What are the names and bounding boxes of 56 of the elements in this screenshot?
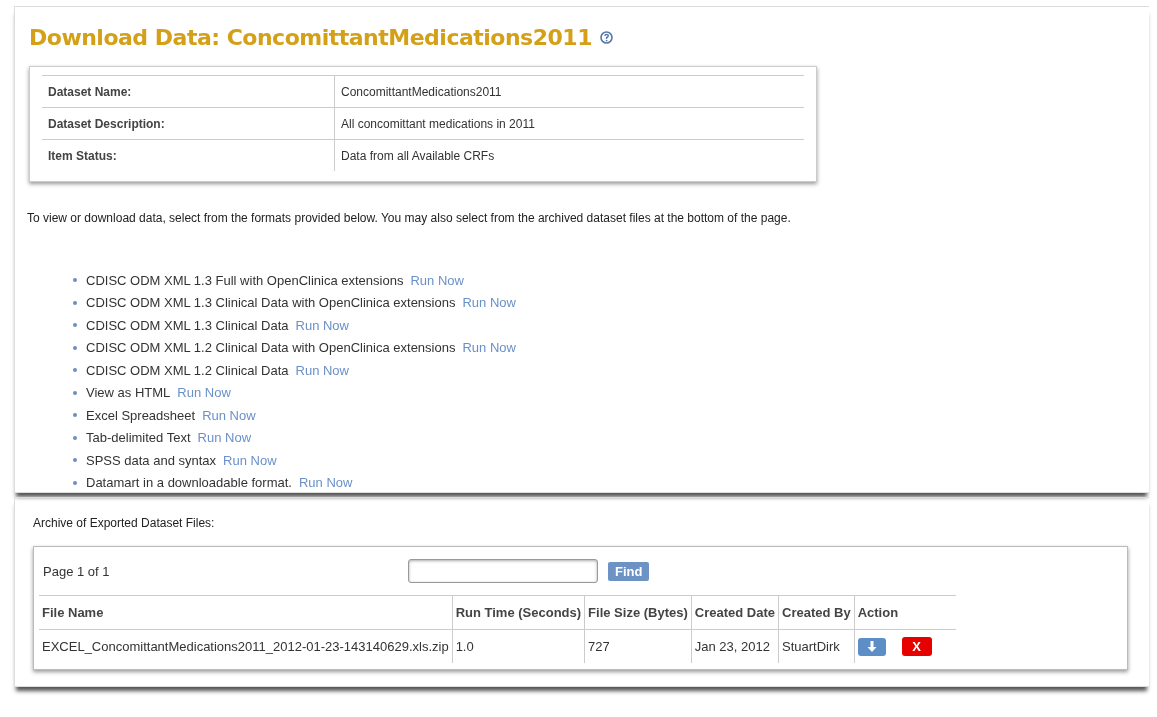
run-now-link[interactable]: Run Now [298, 475, 353, 491]
table-cell: 1.0 [452, 629, 585, 663]
info-label: Dataset Description: [42, 107, 335, 140]
format-name: SPSS data and syntax [86, 452, 217, 468]
format-name: Tab-delimited Text [86, 430, 191, 446]
table-cell: EXCEL_ConcomittantMedications2011_2012-01-23-143140629.xls.zip [39, 629, 453, 663]
bullet-icon [73, 435, 77, 440]
run-now-link[interactable]: Run Now [177, 385, 231, 401]
table-cell: Jan 23, 2012 [691, 629, 779, 663]
bullet-icon [73, 368, 77, 373]
run-now-link[interactable]: Run Now [462, 340, 516, 356]
format-name: View as HTML [86, 385, 171, 401]
format-name: CDISC ODM XML 1.3 Full with OpenClinica extensions [86, 272, 404, 288]
run-now-link[interactable]: Run Now [295, 317, 349, 333]
intro-text: To view or download data, select from the formats provided below. You may also select from the archived dataset files at the bottom of the page. [27, 211, 792, 225]
info-value: All concomittant medications in 2011 [334, 107, 804, 140]
bullet-icon [73, 390, 77, 395]
info-value: Data from all Available CRFs [334, 139, 804, 171]
info-label: Item Status: [42, 139, 335, 171]
format-name: CDISC ODM XML 1.3 Clinical Data [86, 317, 289, 333]
bullet-icon [73, 323, 77, 328]
run-now-link[interactable]: Run Now [295, 362, 349, 378]
info-value: ConcomittantMedications2011 [334, 75, 804, 108]
page-title: Download Data: ConcomittantMedications2011 [29, 25, 592, 50]
format-name: Excel Spreadsheet [86, 407, 196, 423]
column-header: Run Time (Seconds) [452, 595, 585, 630]
column-header: File Name [39, 595, 453, 630]
column-header: Created Date [691, 595, 779, 630]
table-cell: 727 [584, 629, 692, 663]
bullet-icon [73, 278, 77, 283]
column-header: Action [854, 595, 956, 630]
run-now-link[interactable]: Run Now [223, 452, 277, 468]
run-now-link[interactable]: Run Now [197, 430, 251, 446]
column-header: Created By [778, 595, 855, 630]
format-name: Datamart in a downloadable format. [86, 475, 292, 491]
format-name: CDISC ODM XML 1.2 Clinical Data [86, 362, 289, 378]
bullet-icon [73, 413, 77, 418]
run-now-link[interactable]: Run Now [462, 295, 516, 311]
page-indicator: Page 1 of 1 [42, 563, 111, 579]
help-icon[interactable] [599, 31, 613, 44]
format-name: CDISC ODM XML 1.3 Clinical Data with OpenClinica extensions [86, 295, 456, 311]
delete-button[interactable]: X [901, 637, 932, 656]
table-cell: StuartDirk [778, 629, 855, 663]
download-icon[interactable] [857, 637, 886, 656]
run-now-link[interactable]: Run Now [202, 407, 256, 423]
archive-heading: Archive of Exported Dataset Files: [33, 516, 216, 530]
info-label: Dataset Name: [42, 75, 335, 108]
bullet-icon [73, 300, 77, 305]
run-now-link[interactable]: Run Now [410, 272, 464, 288]
bullet-icon [73, 480, 77, 485]
search-field[interactable] [408, 559, 598, 583]
bullet-icon [73, 458, 77, 463]
bullet-icon [73, 345, 77, 350]
find-button[interactable]: Find [608, 561, 650, 581]
format-name: CDISC ODM XML 1.2 Clinical Data with OpenClinica extensions [86, 340, 456, 356]
column-header: File Size (Bytes) [584, 595, 692, 630]
